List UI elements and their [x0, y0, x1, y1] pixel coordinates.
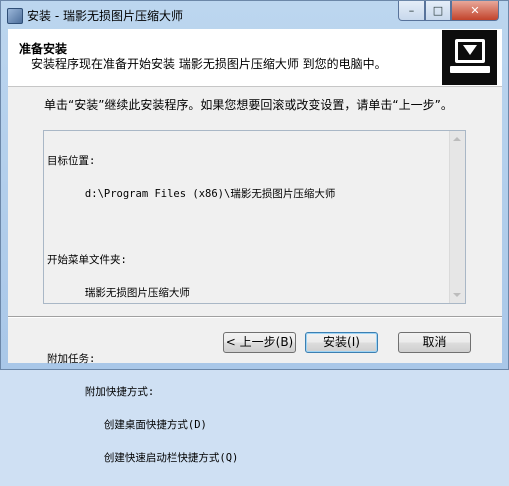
computer-install-icon	[442, 30, 497, 85]
memo-line	[47, 321, 447, 332]
memo-scrollbar[interactable]	[449, 131, 465, 303]
page-subtitle: 安装程序现在准备开始安装 瑞影无损图片压缩大师 到您的电脑中。	[31, 57, 387, 71]
installer-window: 安装 - 瑞影无损图片压缩大师 – □ ✕ 准备安装 安装程序现在准备开始安装 …	[0, 0, 509, 464]
scroll-down-arrow-icon[interactable]	[453, 293, 461, 297]
memo-line: 附加快捷方式:	[47, 386, 155, 398]
footer-divider	[8, 316, 502, 318]
monitor-base-shape	[450, 66, 490, 73]
memo-line: 创建桌面快捷方式(D)	[47, 419, 207, 431]
install-button[interactable]: 安装(I)	[305, 332, 378, 353]
memo-line: 目标位置:	[47, 155, 96, 167]
install-summary-memo[interactable]: 目标位置: d:\Program Files (x86)\瑞影无损图片压缩大师 …	[43, 130, 466, 464]
title-bar[interactable]: 安装 - 瑞影无损图片压缩大师 – □ ✕	[1, 1, 508, 29]
minimize-button[interactable]: –	[398, 1, 425, 21]
wizard-header: 准备安装 安装程序现在准备开始安装 瑞影无损图片压缩大师 到您的电脑中。	[8, 29, 502, 87]
close-button[interactable]: ✕	[451, 1, 499, 21]
scroll-up-arrow-icon[interactable]	[453, 137, 461, 141]
memo-line: 创建快速启动栏快捷方式(Q)	[47, 452, 239, 464]
installer-app-icon	[7, 8, 23, 24]
memo-line: 瑞影无损图片压缩大师	[47, 287, 190, 299]
memo-line: 附加任务:	[47, 353, 96, 365]
maximize-button[interactable]: □	[425, 1, 451, 21]
download-arrow-icon	[463, 45, 477, 55]
back-button[interactable]: < 上一步(B)	[223, 332, 296, 353]
memo-line: d:\Program Files (x86)\瑞影无损图片压缩大师	[47, 188, 336, 200]
instruction-text: 单击“安装”继续此安装程序。如果您想要回滚或改变设置，请单击“上一步”。	[44, 98, 453, 112]
cancel-button[interactable]: 取消	[398, 332, 471, 353]
memo-line	[47, 222, 447, 233]
wizard-client-area: 准备安装 安装程序现在准备开始安装 瑞影无损图片压缩大师 到您的电脑中。 单击“…	[8, 29, 502, 464]
memo-content: 目标位置: d:\Program Files (x86)\瑞影无损图片压缩大师 …	[47, 134, 447, 486]
memo-line: 开始菜单文件夹:	[47, 254, 127, 266]
window-title: 安装 - 瑞影无损图片压缩大师	[27, 9, 183, 23]
